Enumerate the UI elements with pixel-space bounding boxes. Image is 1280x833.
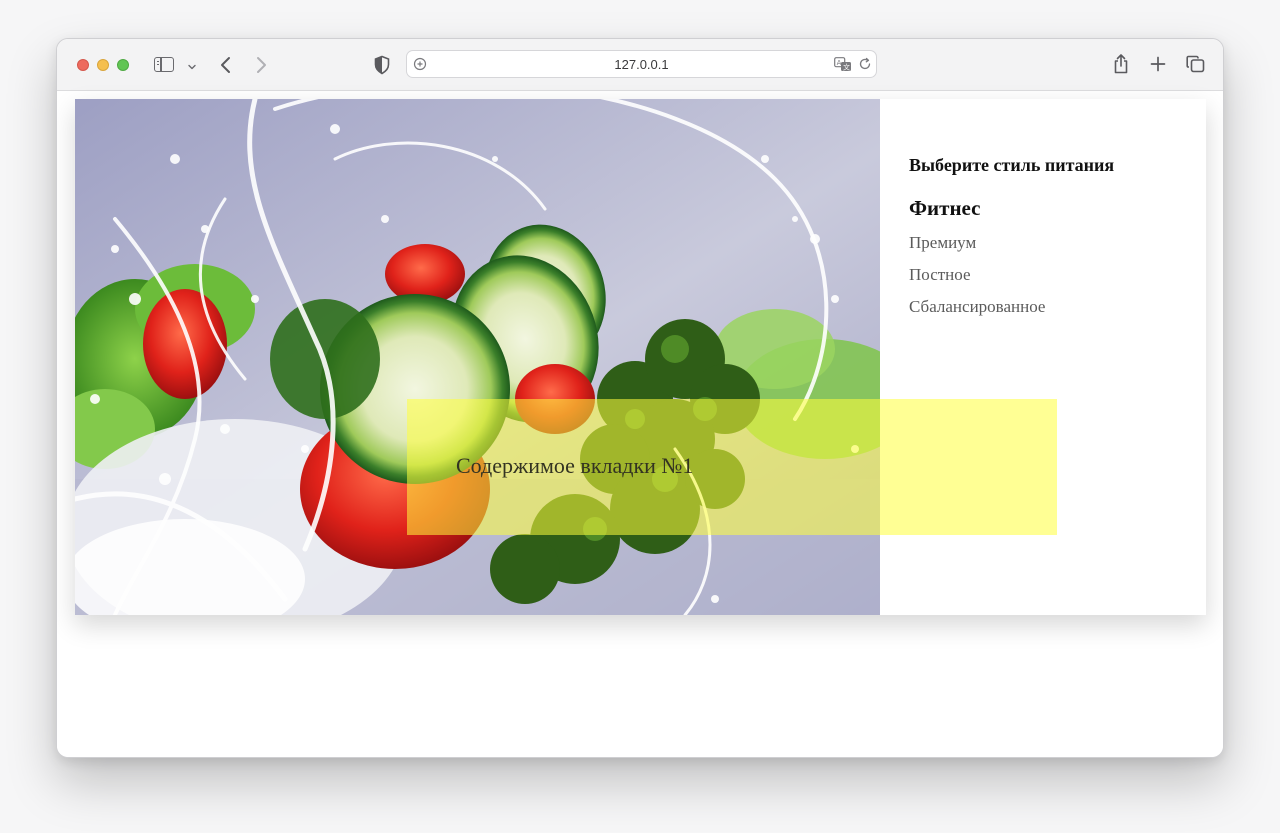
vegetables-water-splash-photo — [75, 99, 880, 615]
forward-arrow-icon[interactable] — [252, 54, 270, 76]
plus-icon[interactable] — [1150, 56, 1166, 72]
menu-heading: Выберите стиль питания — [909, 155, 1115, 175]
tabs-overview-icon[interactable] — [1186, 55, 1205, 73]
address-bar[interactable]: 127.0.0.1 A文 — [406, 50, 877, 78]
tab-content-text: Содержимое вкладки №1 — [456, 453, 694, 478]
shield-icon[interactable] — [373, 55, 391, 75]
svg-text:文: 文 — [843, 62, 850, 71]
back-arrow-icon[interactable] — [217, 54, 235, 76]
diet-menu-panel: Выберите стиль питания Фитнес Премиум По… — [880, 99, 1206, 615]
svg-text:A: A — [837, 59, 842, 67]
browser-toolbar: 127.0.0.1 A文 — [57, 39, 1223, 91]
chevron-down-icon[interactable] — [187, 59, 197, 70]
menu-item-premium[interactable]: Премиум — [909, 227, 1045, 259]
maximize-window-button[interactable] — [117, 59, 129, 71]
diet-style-card: Выберите стиль питания Фитнес Премиум По… — [75, 99, 1206, 615]
menu-item-lenten[interactable]: Постное — [909, 259, 1045, 291]
url-text: 127.0.0.1 — [614, 57, 669, 72]
menu-item-fitness[interactable]: Фитнес — [909, 193, 1045, 227]
page-content: Выберите стиль питания Фитнес Премиум По… — [57, 92, 1223, 757]
close-window-button[interactable] — [77, 59, 89, 71]
reload-icon[interactable] — [858, 57, 872, 71]
share-icon[interactable] — [1112, 53, 1130, 75]
diet-style-list: Фитнес Премиум Постное Сбалансированное — [909, 193, 1045, 323]
translate-icon[interactable]: A文 — [834, 57, 852, 72]
tab-content-panel: Содержимое вкладки №1 — [407, 399, 1057, 535]
menu-item-balanced[interactable]: Сбалансированное — [909, 291, 1045, 323]
browser-window: 127.0.0.1 A文 Выберите стиль питания Фитн… — [56, 38, 1224, 758]
minimize-window-button[interactable] — [97, 59, 109, 71]
sidebar-icon[interactable] — [154, 57, 174, 72]
